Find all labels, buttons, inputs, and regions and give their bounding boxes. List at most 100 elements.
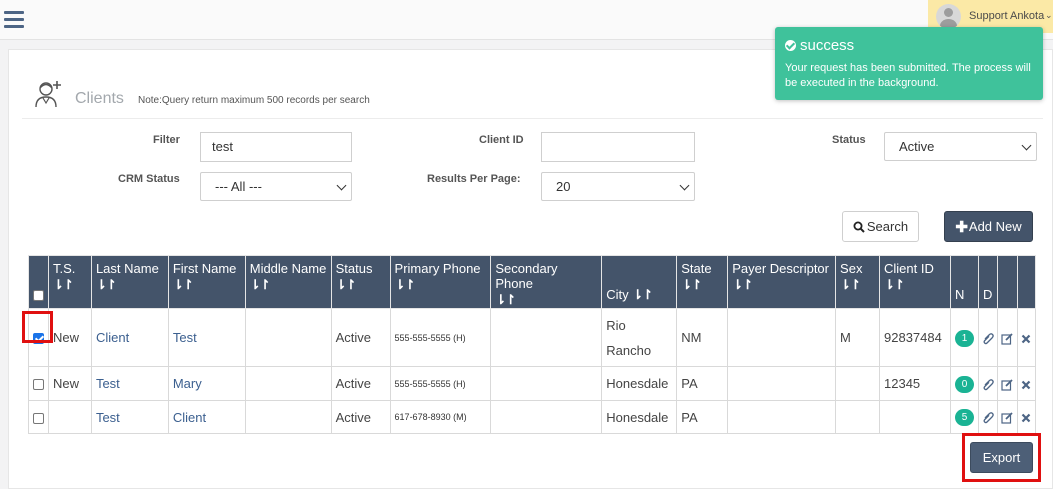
sort-icon[interactable]: ⇂↾ (495, 292, 598, 308)
table-row[interactable]: New Test Mary Active 555-555-5555 (H) Ho… (28, 366, 1037, 401)
notes-badge[interactable]: 5 (954, 409, 974, 426)
sort-icon[interactable]: ⇂↾ (681, 277, 724, 293)
results-per-page-value: 20 (556, 179, 571, 194)
row-checkbox[interactable] (32, 379, 44, 391)
toast-message: Your request has been submitted. The pro… (785, 62, 1031, 89)
cell-delete (1016, 400, 1037, 434)
clients-icon (35, 81, 61, 108)
success-toast[interactable]: success Your request has been submitted.… (775, 27, 1043, 100)
page-note: Note:Query return maximum 500 records pe… (138, 95, 370, 106)
cell-secondary-phone (490, 400, 603, 434)
paperclip-icon[interactable] (982, 412, 994, 424)
sort-icon[interactable]: ⇂↾ (395, 277, 488, 293)
sort-icon[interactable]: ⇂↾ (336, 277, 387, 293)
select-all-checkbox[interactable] (33, 290, 44, 302)
add-new-button[interactable]: ✚ Add New (944, 211, 1033, 242)
column-header: D (977, 255, 998, 309)
column-header[interactable]: T.S. ⇂↾ (47, 255, 92, 309)
cell-edit (996, 366, 1018, 401)
close-icon[interactable] (1020, 379, 1032, 391)
column-header[interactable]: Secondary Phone ⇂↾ (490, 255, 603, 309)
cell-last-name[interactable]: Client (90, 308, 169, 367)
search-icon (853, 221, 865, 233)
column-header[interactable]: Last Name ⇂↾ (90, 255, 169, 309)
cell-status: Active (330, 366, 391, 401)
close-icon[interactable] (1020, 412, 1032, 424)
sort-icon[interactable]: ⇂↾ (250, 277, 328, 293)
column-header[interactable]: Status ⇂↾ (330, 255, 391, 309)
page-title: Clients (75, 90, 124, 107)
add-new-button-label: Add New (968, 219, 1022, 234)
cell-payer (727, 366, 837, 401)
cell-first-name[interactable]: Mary (167, 366, 246, 401)
column-header[interactable]: First Name ⇂↾ (167, 255, 246, 309)
column-header[interactable]: Payer Descriptor ⇂↾ (727, 255, 837, 309)
column-header[interactable]: State ⇂↾ (676, 255, 729, 309)
edit-icon[interactable] (1001, 378, 1014, 391)
cell-state: NM (676, 308, 729, 367)
column-header[interactable]: Middle Name ⇂↾ (244, 255, 332, 309)
chevron-down-icon: ⌄ (1045, 10, 1053, 20)
column-header[interactable]: Sex ⇂↾ (835, 255, 880, 309)
cell-edit (996, 400, 1018, 434)
filter-input[interactable]: test (200, 132, 352, 162)
hamburger-menu-icon[interactable] (4, 11, 24, 29)
column-header[interactable]: Primary Phone ⇂↾ (389, 255, 492, 309)
cell-primary-phone: 555-555-5555 (H) (389, 308, 492, 367)
sort-icon[interactable]: ⇂↾ (884, 277, 947, 293)
notes-badge[interactable]: 0 (954, 375, 974, 393)
status-select-value: Active (899, 139, 935, 154)
row-checkbox[interactable] (32, 412, 44, 424)
cell-client-id: 92837484 (879, 308, 951, 367)
cell-secondary-phone (490, 308, 603, 367)
cell-city: Honesdale (601, 400, 678, 434)
client-id-input[interactable] (541, 132, 695, 162)
column-header[interactable]: City ⇂↾ (601, 255, 678, 309)
cell-client-id: 12345 (879, 366, 951, 401)
chevron-down-icon (336, 180, 347, 191)
notes-badge[interactable]: 1 (954, 329, 974, 347)
search-button-label: Search (866, 219, 909, 234)
city-line: Rio (606, 317, 626, 333)
city-line: Rancho (606, 342, 652, 358)
cell-ts (47, 400, 92, 434)
cell-last-name[interactable]: Test (90, 366, 169, 401)
cell-primary-phone: 555-555-5555 (H) (389, 366, 492, 401)
sort-icon[interactable]: ⇂↾ (732, 277, 832, 293)
toast-title: success (785, 37, 854, 54)
cell-ts: New (47, 308, 92, 367)
sort-icon[interactable]: ⇂↾ (632, 287, 653, 302)
cell-first-name[interactable]: Test (167, 308, 246, 367)
column-header (1016, 255, 1037, 309)
row-select-cell (28, 400, 49, 434)
status-select[interactable]: Active (884, 132, 1037, 161)
cell-state: PA (676, 400, 729, 434)
edit-icon[interactable] (1001, 412, 1014, 424)
chevron-down-icon (679, 180, 690, 191)
crm-status-select[interactable]: --- All --- (200, 172, 352, 201)
paperclip-icon[interactable] (982, 332, 994, 345)
cell-primary-phone: 617-678-8930 (M) (389, 400, 492, 434)
paperclip-icon[interactable] (982, 378, 994, 391)
sort-icon[interactable]: ⇂↾ (96, 277, 165, 293)
plus-icon: ✚ (955, 218, 968, 236)
results-per-page-select[interactable]: 20 (541, 172, 695, 201)
cell-edit (996, 308, 1018, 367)
export-button[interactable]: Export (970, 442, 1033, 473)
search-button[interactable]: Search (842, 211, 919, 242)
table-row[interactable]: Test Client Active 617-678-8930 (M) Hone… (28, 400, 1037, 434)
column-header[interactable]: Client ID ⇂↾ (879, 255, 951, 309)
close-icon[interactable] (1020, 333, 1032, 345)
filter-label: Filter (153, 134, 180, 146)
cell-notes: 1 (949, 308, 979, 367)
sort-icon[interactable]: ⇂↾ (53, 277, 88, 293)
checkbox-highlight (22, 311, 53, 343)
edit-icon[interactable] (1001, 332, 1014, 345)
cell-last-name[interactable]: Test (90, 400, 169, 434)
table-row[interactable]: New Client Test Active 555-555-5555 (H) … (28, 308, 1037, 367)
cell-middle-name (244, 308, 332, 367)
sort-icon[interactable]: ⇂↾ (840, 277, 876, 293)
cell-first-name[interactable]: Client (167, 400, 246, 434)
sort-icon[interactable]: ⇂↾ (173, 277, 242, 293)
row-select-cell (28, 366, 49, 401)
